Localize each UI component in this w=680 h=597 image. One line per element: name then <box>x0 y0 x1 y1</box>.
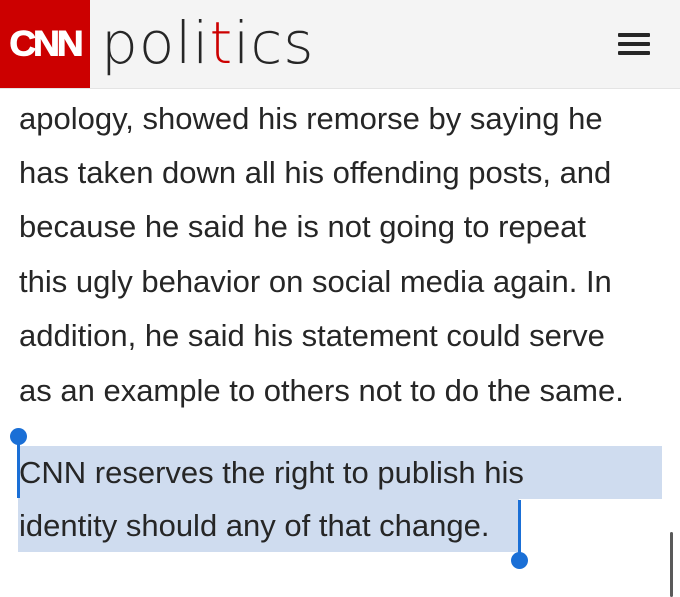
cnn-logo[interactable]: CNN <box>0 0 90 88</box>
cnn-politics-article-page: CNN politics apology, showed his remorse… <box>0 0 680 597</box>
selection-end-handle[interactable] <box>511 552 528 569</box>
cnn-logo-text: CNN <box>9 24 84 64</box>
section-title[interactable]: politics <box>101 8 315 78</box>
scroll-indicator[interactable] <box>670 532 673 597</box>
site-header: CNN politics <box>0 0 680 89</box>
article-line: has taken down all his offending posts, … <box>19 155 612 190</box>
selected-text-line[interactable]: CNN reserves the right to publish his <box>19 446 524 499</box>
menu-bar-top <box>618 33 650 37</box>
article-line: this ugly behavior on social media again… <box>19 264 612 299</box>
menu-bar-bottom <box>618 51 650 55</box>
article-line: because he said he is not going to repea… <box>19 209 587 244</box>
selection-start-caret <box>17 440 20 498</box>
section-title-prefix: poli <box>101 9 210 77</box>
article-line: addition, he said his statement could se… <box>19 318 605 353</box>
section-title-accent: t <box>209 9 234 77</box>
hamburger-menu-icon[interactable] <box>612 27 656 61</box>
article-line: apology, showed his remorse by saying he <box>19 101 603 136</box>
selection-end-caret <box>518 500 521 558</box>
section-title-suffix: ics <box>233 9 315 77</box>
menu-bar-middle <box>618 42 650 46</box>
article-line: as an example to others not to do the sa… <box>19 373 624 408</box>
selected-text-line[interactable]: identity should any of that change. <box>19 499 490 552</box>
